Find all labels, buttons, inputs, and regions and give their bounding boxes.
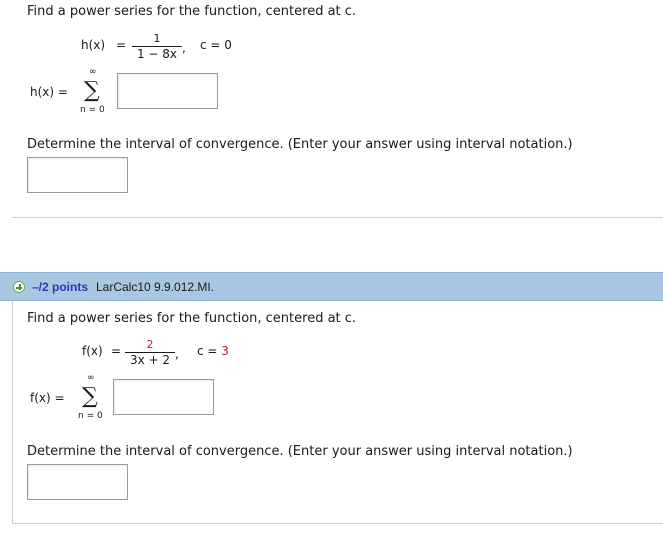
q2-prompt: Find a power series for the function, ce… [27,311,357,326]
q2-panel-bottom-border [12,523,663,524]
q1-interval-answer-input[interactable] [27,157,128,193]
q2-center-prefix: c = [197,344,222,358]
q1-panel-bottom-border [12,217,663,218]
q1-interval-prompt: Determine the interval of convergence. (… [27,137,573,152]
q2-equals: = [111,344,122,358]
q2-denominator: 3x + 2 [129,353,171,367]
q2-sum-upper: ∞ [87,373,95,383]
q2-interval-answer-input[interactable] [27,464,128,500]
q2-series-answer-input[interactable] [113,379,214,415]
q2-sigma-icon: ∑ [82,384,98,409]
q2-center-value: 3 [221,344,229,358]
q2-problem-code: LarCalc10 9.9.012.MI. [96,280,215,294]
q1-comma: , [182,41,186,55]
q1-sum-label: h(x) = [30,85,68,99]
q2-header-bar: –/2 points LarCalc10 9.9.012.MI. [0,272,663,301]
q2-center: c = 3 [197,344,229,358]
q1-sum-upper: ∞ [89,67,97,77]
q1-prompt: Find a power series for the function, ce… [27,4,357,19]
q1-equals: = [116,38,127,52]
q2-points: –/2 points [32,280,89,294]
q1-center: c = 0 [200,38,232,52]
q1-function-label: h(x) [81,38,106,52]
q2-numerator: 2 [146,338,154,351]
q1-numerator: 1 [153,32,161,45]
q1-sigma-icon: ∑ [84,78,100,103]
q2-panel-left-border [12,301,13,523]
q2-comma: , [175,347,179,361]
q2-interval-prompt: Determine the interval of convergence. (… [27,444,573,459]
expand-plus-icon[interactable] [13,281,25,293]
q2-sum-lower: n = 0 [78,411,103,421]
q1-series-answer-input[interactable] [117,73,218,109]
q1-denominator: 1 − 8x [136,47,178,61]
q2-function-label: f(x) [82,344,103,358]
q1-sum-lower: n = 0 [80,105,105,115]
q2-sum-label: f(x) = [30,391,65,405]
